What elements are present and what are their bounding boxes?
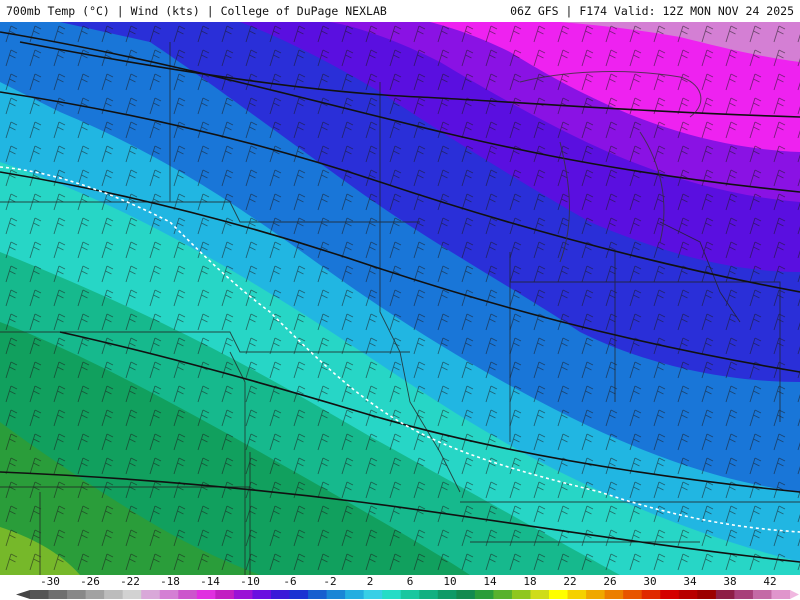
legend-color-swatch — [474, 590, 494, 599]
legend-tick-label: 2 — [366, 575, 374, 588]
wind-barbs — [0, 22, 800, 575]
header-title-left: 700mb Temp (°C) | Wind (kts) | College o… — [6, 4, 387, 18]
legend-color-swatch — [30, 590, 50, 599]
legend-color-swatch — [715, 590, 735, 599]
legend-tick-label: 14 — [483, 575, 497, 588]
legend-color-swatch — [196, 590, 216, 599]
legend-color-swatch — [48, 590, 68, 599]
legend-tick-label: -6 — [283, 575, 297, 588]
legend-tick-label: 10 — [443, 575, 457, 588]
legend-color-swatch — [734, 590, 754, 599]
legend-color-swatch — [382, 590, 402, 599]
legend-color-swatch — [437, 590, 457, 599]
legend-tick-label: 30 — [643, 575, 657, 588]
legend-color-swatch — [178, 590, 198, 599]
legend-color-swatch — [549, 590, 569, 599]
legend-tick-label: 42 — [763, 575, 777, 588]
legend-color-swatch — [530, 590, 550, 599]
legend-color-swatch — [678, 590, 698, 599]
legend-colorbar — [16, 590, 799, 599]
header-title-right: 06Z GFS | F174 Valid: 12Z MON NOV 24 202… — [510, 4, 794, 18]
legend-color-swatch — [270, 590, 291, 599]
legend-right-arrow — [790, 590, 799, 599]
temperature-legend: -30 -26 -22 -18 -14 -10 -6 -2 2 6 10 14 18 22 26 30 34 38… — [0, 575, 800, 600]
legend-tick-label: -10 — [240, 575, 260, 588]
legend-tick-label: 38 — [723, 575, 737, 588]
legend-color-swatch — [345, 590, 365, 599]
legend-color-swatch — [159, 590, 179, 599]
legend-color-swatch — [697, 590, 717, 599]
legend-left-arrow — [16, 590, 30, 599]
legend-color-swatch — [67, 590, 87, 599]
legend-color-swatch — [308, 590, 328, 599]
legend-color-swatch — [122, 590, 142, 599]
legend-tick-label: -2 — [323, 575, 337, 588]
legend-color-swatch — [233, 590, 253, 599]
legend-tick-label: -26 — [80, 575, 100, 588]
legend-color-swatch — [326, 590, 346, 599]
map-canvas — [0, 22, 800, 575]
legend-color-swatch — [85, 590, 105, 599]
legend-tick-label: 22 — [563, 575, 577, 588]
legend-tick-label: -22 — [120, 575, 140, 588]
legend-color-swatch — [771, 590, 791, 599]
legend-color-swatch — [252, 590, 272, 599]
legend-color-swatch — [289, 590, 309, 599]
legend-color-swatch — [623, 590, 643, 599]
legend-tick-label: 6 — [406, 575, 414, 588]
legend-color-swatch — [215, 590, 235, 599]
legend-tick-label: 34 — [683, 575, 697, 588]
legend-color-swatch — [586, 590, 606, 599]
legend-tick-label: -14 — [200, 575, 220, 588]
legend-color-swatch — [419, 590, 439, 599]
legend-color-swatch — [511, 590, 531, 599]
legend-color-swatch — [493, 590, 513, 599]
legend-tick-label: 26 — [603, 575, 617, 588]
legend-color-swatch — [641, 590, 661, 599]
legend-ticks: -30 -26 -22 -18 -14 -10 -6 -2 2 6 10 14 18 22 26 30 34 38… — [0, 575, 800, 588]
legend-color-swatch — [567, 590, 587, 599]
legend-color-swatch — [604, 590, 624, 599]
legend-color-swatch — [400, 590, 420, 599]
legend-tick-label: -18 — [160, 575, 180, 588]
legend-tick-label: -30 — [40, 575, 60, 588]
legend-color-swatch — [363, 590, 383, 599]
legend-color-swatch — [141, 590, 161, 599]
map-header: 700mb Temp (°C) | Wind (kts) | College o… — [0, 0, 800, 22]
legend-tick-label: 18 — [523, 575, 537, 588]
weather-map — [0, 22, 800, 575]
legend-color-swatch — [752, 590, 772, 599]
legend-color-swatch — [104, 590, 124, 599]
legend-color-swatch — [660, 590, 680, 599]
legend-color-swatch — [456, 590, 476, 599]
